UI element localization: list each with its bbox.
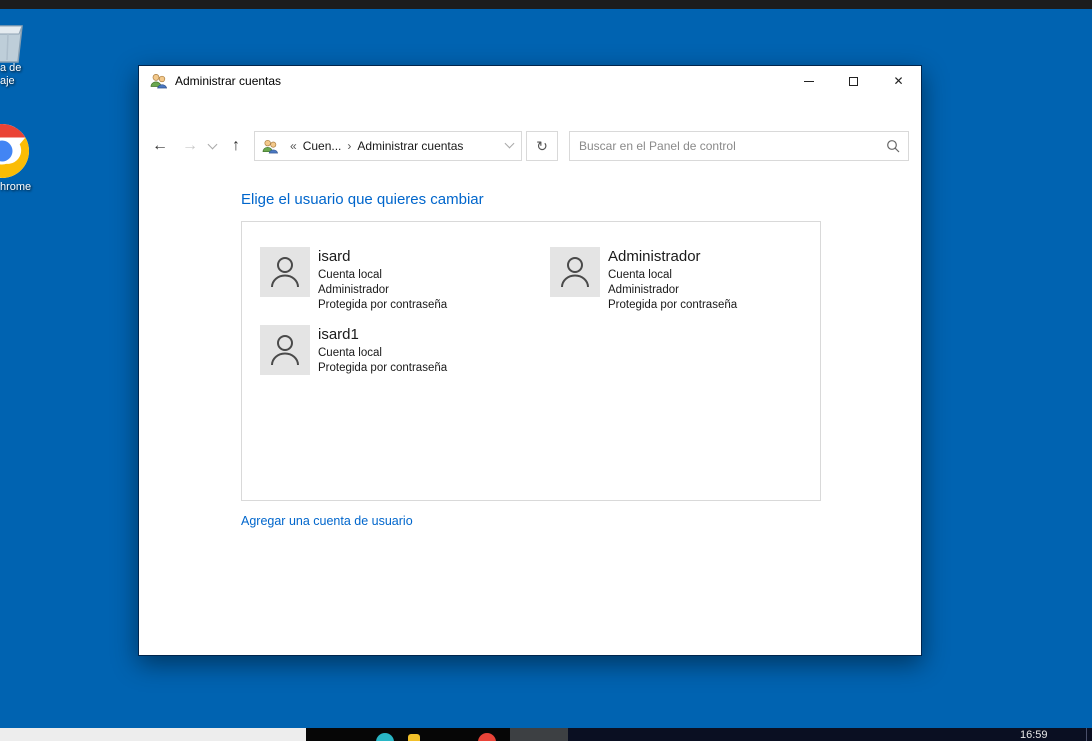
chevron-down-icon xyxy=(207,139,217,149)
avatar xyxy=(260,247,310,297)
user-icon xyxy=(268,254,302,290)
user-name: isard1 xyxy=(318,326,447,343)
user-card-isard1[interactable]: isard1 Cuenta local Protegida por contra… xyxy=(260,325,447,376)
user-detail: Protegida por contraseña xyxy=(318,361,447,376)
refresh-button[interactable]: ↻ xyxy=(526,131,558,161)
user-detail: Cuenta local xyxy=(608,268,737,283)
taskbar-app-icon-red[interactable] xyxy=(478,733,496,741)
user-detail: Cuenta local xyxy=(318,346,447,361)
chrome-label: hrome xyxy=(0,181,31,193)
taskbar: 16:59 xyxy=(0,728,1092,741)
user-accounts-small-icon xyxy=(262,139,278,154)
breadcrumb-root[interactable]: Cuen... xyxy=(303,139,342,153)
taskbar-segment-light xyxy=(0,728,306,741)
taskbar-segment-tray: 16:59 xyxy=(568,728,1092,741)
user-detail: Administrador xyxy=(318,283,447,298)
taskbar-app-icon-teal[interactable] xyxy=(376,733,394,741)
back-icon: ← xyxy=(152,137,168,155)
address-bar[interactable]: « Cuen... › Administrar cuentas xyxy=(254,131,522,161)
user-name: isard xyxy=(318,248,447,265)
search-input[interactable] xyxy=(570,132,908,160)
breadcrumb-separator: › xyxy=(347,139,351,153)
page-title: Elige el usuario que quieres cambiar xyxy=(241,191,484,208)
breadcrumb-current[interactable]: Administrar cuentas xyxy=(357,139,463,153)
recycle-bin-label: a de aje xyxy=(0,62,21,88)
search-icon xyxy=(886,139,900,153)
user-detail: Protegida por contraseña xyxy=(318,298,447,313)
close-button[interactable]: ✕ xyxy=(876,66,921,96)
user-detail: Protegida por contraseña xyxy=(608,298,737,313)
add-user-account-link[interactable]: Agregar una cuenta de usuario xyxy=(241,514,413,528)
navigation-bar: ← → ↑ « Cuen... › Administrar cuentas ↻ xyxy=(139,96,921,144)
user-icon xyxy=(558,254,592,290)
address-dropdown-button[interactable] xyxy=(506,144,513,147)
user-card-administrador[interactable]: Administrador Cuenta local Administrador… xyxy=(550,247,737,313)
minimize-icon xyxy=(804,81,814,82)
manage-accounts-window: Administrar cuentas ✕ ← → ↑ « Cuen... xyxy=(138,65,922,656)
user-detail: Cuenta local xyxy=(318,268,447,283)
chevron-down-icon xyxy=(505,139,515,149)
taskbar-segment-apps xyxy=(306,728,510,741)
breadcrumb-overflow-chevrons[interactable]: « xyxy=(290,139,297,153)
avatar xyxy=(260,325,310,375)
user-icon xyxy=(268,332,302,368)
recent-pages-button[interactable] xyxy=(203,131,221,161)
up-icon: ↑ xyxy=(232,137,240,155)
recycle-bin-icon xyxy=(0,20,30,64)
close-icon: ✕ xyxy=(893,75,903,87)
taskbar-app-icon-yellow[interactable] xyxy=(408,734,420,741)
chrome-icon xyxy=(0,122,31,180)
taskbar-segment-active-app[interactable] xyxy=(510,728,568,741)
minimize-button[interactable] xyxy=(786,66,831,96)
back-button[interactable]: ← xyxy=(147,131,173,161)
maximize-icon xyxy=(849,77,858,86)
search-box xyxy=(569,131,909,161)
desktop: a de aje hrome Administrar cuentas xyxy=(0,0,1092,741)
refresh-icon: ↻ xyxy=(536,138,548,155)
top-black-strip xyxy=(0,0,1092,9)
user-name: Administrador xyxy=(608,248,737,265)
window-title: Administrar cuentas xyxy=(175,74,281,88)
user-list: isard Cuenta local Administrador Protegi… xyxy=(241,221,821,501)
forward-icon: → xyxy=(182,137,198,155)
taskbar-clock[interactable]: 16:59 xyxy=(1020,729,1048,741)
user-card-isard[interactable]: isard Cuenta local Administrador Protegi… xyxy=(260,247,447,313)
show-desktop-divider[interactable] xyxy=(1086,728,1087,741)
forward-button[interactable]: → xyxy=(177,131,203,161)
user-detail: Administrador xyxy=(608,283,737,298)
maximize-button[interactable] xyxy=(831,66,876,96)
up-button[interactable]: ↑ xyxy=(223,131,249,161)
titlebar[interactable]: Administrar cuentas ✕ xyxy=(139,66,921,96)
user-accounts-icon xyxy=(150,73,167,89)
avatar xyxy=(550,247,600,297)
